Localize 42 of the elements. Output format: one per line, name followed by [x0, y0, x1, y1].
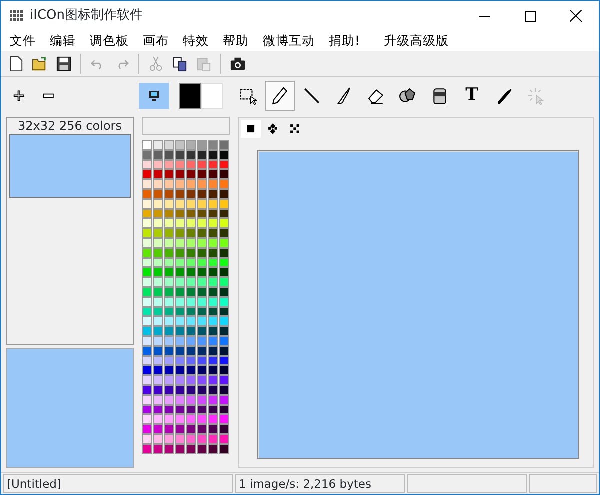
- format-label: 32x32 256 colors: [18, 118, 122, 134]
- scissors-icon: [148, 56, 164, 72]
- menu-item[interactable]: 画布: [136, 31, 176, 51]
- maximize-icon: [524, 10, 536, 22]
- menu-item[interactable]: 特效: [176, 31, 216, 51]
- eraser-icon: [367, 87, 385, 105]
- background-color-swatch[interactable]: [201, 83, 223, 109]
- menu-item[interactable]: 微博互动: [256, 31, 322, 51]
- copy-icon: [172, 56, 188, 72]
- wand-icon: [527, 87, 545, 105]
- status-text: [Untitled]: [3, 474, 233, 493]
- shapes-icon: [399, 87, 417, 105]
- status-text: 1 image/s: 2,216 bytes: [235, 474, 405, 493]
- color-palette[interactable]: [142, 140, 230, 454]
- menu-item[interactable]: 升级高级版: [377, 31, 456, 51]
- menu-item[interactable]: 调色板: [83, 31, 136, 51]
- monitor-icon: [148, 90, 160, 102]
- selection-icon: [239, 87, 257, 105]
- status-panel: [529, 474, 597, 493]
- close-icon: [570, 10, 582, 22]
- camera-icon: [230, 56, 246, 72]
- brush-icon: [335, 87, 353, 105]
- app-icon: [10, 10, 24, 22]
- menu-item[interactable]: 帮助: [216, 31, 256, 51]
- device-view-button[interactable]: [139, 83, 169, 109]
- line-icon: [303, 87, 321, 105]
- new-file-icon: [8, 56, 24, 72]
- pencil-tool[interactable]: [265, 81, 295, 111]
- text-tool[interactable]: T: [457, 81, 487, 111]
- paste-icon: [196, 56, 212, 72]
- eyedropper-icon: [495, 87, 513, 105]
- window-title: iICOn图标制作软件: [30, 7, 143, 26]
- folder-icon: [32, 56, 48, 72]
- save-icon: [56, 56, 72, 72]
- pencil-icon: [271, 87, 289, 105]
- menu-item[interactable]: 文件: [3, 31, 43, 51]
- brush-shape-square[interactable]: [241, 120, 261, 138]
- menu-item[interactable]: 编辑: [43, 31, 83, 51]
- bucket-icon: [431, 87, 449, 105]
- foreground-color-swatch[interactable]: [179, 83, 201, 109]
- icon-thumbnail[interactable]: [9, 134, 131, 198]
- menu-item[interactable]: 捐助!: [322, 31, 368, 51]
